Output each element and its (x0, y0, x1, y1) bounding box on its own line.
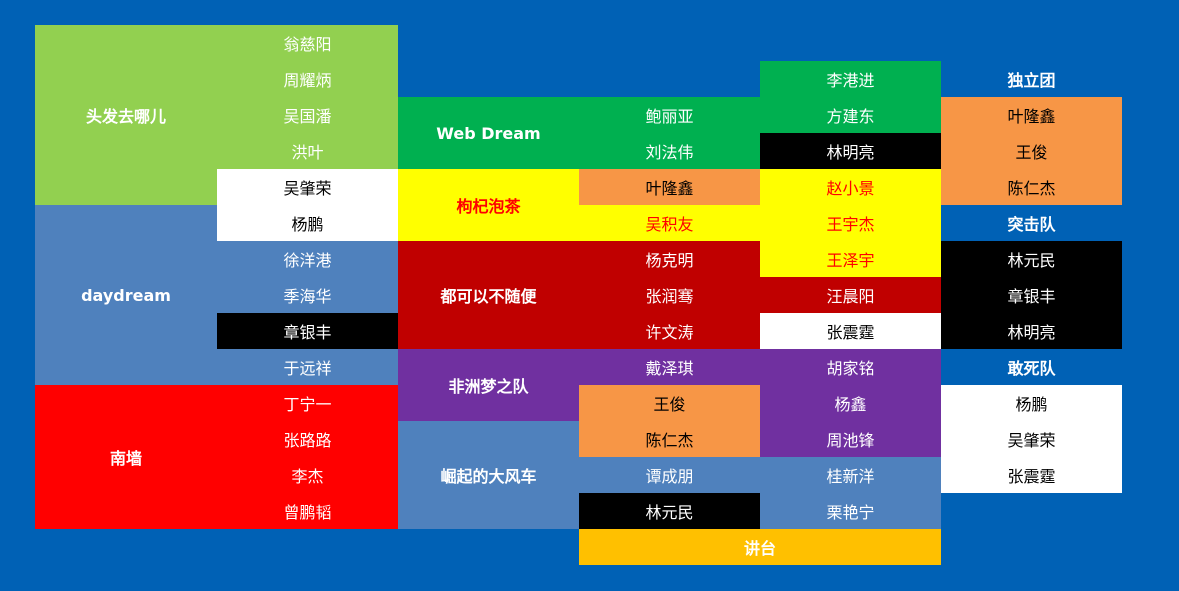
team-label-feizhou: 非洲梦之队 (398, 349, 579, 421)
seat-feizhou-1: 戴泽琪 (579, 349, 760, 385)
seat-toufa-5: 吴肇荣 (217, 169, 398, 205)
seat-gouqi-5: 王泽宇 (760, 241, 941, 277)
seat-daydream-4: 于远祥 (217, 349, 398, 385)
seat-daydream-2: 季海华 (217, 277, 398, 313)
seat-nanqiang-2: 张路路 (217, 421, 398, 457)
team-label-tuji: 突击队 (941, 205, 1122, 241)
seat-suibian-2: 张润骞 (579, 277, 760, 313)
seat-feizhou-5: 陈仁杰 (579, 421, 760, 457)
seat-webdream-1: 李港进 (760, 61, 941, 97)
seat-feizhou-6: 周池锋 (760, 421, 941, 457)
seat-gansi-3: 张震霆 (941, 457, 1122, 493)
seat-duli-2: 王俊 (941, 133, 1122, 169)
seat-gouqi-4: 王宇杰 (760, 205, 941, 241)
seat-tuji-2: 章银丰 (941, 277, 1122, 313)
seat-toufa-1: 翁慈阳 (217, 25, 398, 61)
seat-webdream-2: 鲍丽亚 (579, 97, 760, 133)
seat-tuji-3: 林明亮 (941, 313, 1122, 349)
seat-duli-1: 叶隆鑫 (941, 97, 1122, 133)
seat-toufa-6: 杨鹏 (217, 205, 398, 241)
team-label-webdream: Web Dream (398, 97, 579, 169)
seat-toufa-3: 吴国潘 (217, 97, 398, 133)
seat-fengche-3: 林元民 (579, 493, 760, 529)
seat-toufa-2: 周耀炳 (217, 61, 398, 97)
team-label-duli: 独立团 (941, 61, 1122, 97)
seat-gansi-1: 杨鹏 (941, 385, 1122, 421)
seat-suibian-4: 许文涛 (579, 313, 760, 349)
seat-nanqiang-4: 曾鹏韬 (217, 493, 398, 529)
seat-daydream-3: 章银丰 (217, 313, 398, 349)
team-label-daydream: daydream (35, 205, 217, 385)
seat-feizhou-4: 杨鑫 (760, 385, 941, 421)
team-label-toufa: 头发去哪儿 (35, 25, 217, 205)
seat-daydream-1: 徐洋港 (217, 241, 398, 277)
team-label-gansi: 敢死队 (941, 349, 1122, 385)
seat-suibian-5: 张震霆 (760, 313, 941, 349)
seat-toufa-4: 洪叶 (217, 133, 398, 169)
podium: 讲台 (579, 529, 941, 565)
seat-feizhou-2: 胡家铭 (760, 349, 941, 385)
seat-nanqiang-1: 丁宁一 (217, 385, 398, 421)
seating-chart: 头发去哪儿 翁慈阳 周耀炳 吴国潘 洪叶 吴肇荣 杨鹏 daydream 徐洋港 季海华 章银丰 于远… (0, 0, 1179, 591)
seat-webdream-3: 方建东 (760, 97, 941, 133)
seat-gansi-2: 吴肇荣 (941, 421, 1122, 457)
seat-fengche-2: 桂新洋 (760, 457, 941, 493)
seat-webdream-4: 刘法伟 (579, 133, 760, 169)
team-label-nanqiang: 南墙 (35, 385, 217, 529)
seat-nanqiang-3: 李杰 (217, 457, 398, 493)
seat-feizhou-3: 王俊 (579, 385, 760, 421)
team-label-suibian: 都可以不随便 (398, 241, 579, 349)
team-label-gouqi: 枸杞泡茶 (398, 169, 579, 241)
seat-duli-3: 陈仁杰 (941, 169, 1122, 205)
seat-tuji-1: 林元民 (941, 241, 1122, 277)
seat-suibian-3: 汪晨阳 (760, 277, 941, 313)
seat-fengche-4: 栗艳宁 (760, 493, 941, 529)
seat-fengche-1: 谭成朋 (579, 457, 760, 493)
seat-suibian-1: 杨克明 (579, 241, 760, 277)
seat-webdream-5: 林明亮 (760, 133, 941, 169)
team-label-fengche: 崛起的大风车 (398, 421, 579, 529)
seat-gouqi-1: 叶隆鑫 (579, 169, 760, 205)
seat-gouqi-2: 赵小景 (760, 169, 941, 205)
seat-gouqi-3: 吴积友 (579, 205, 760, 241)
